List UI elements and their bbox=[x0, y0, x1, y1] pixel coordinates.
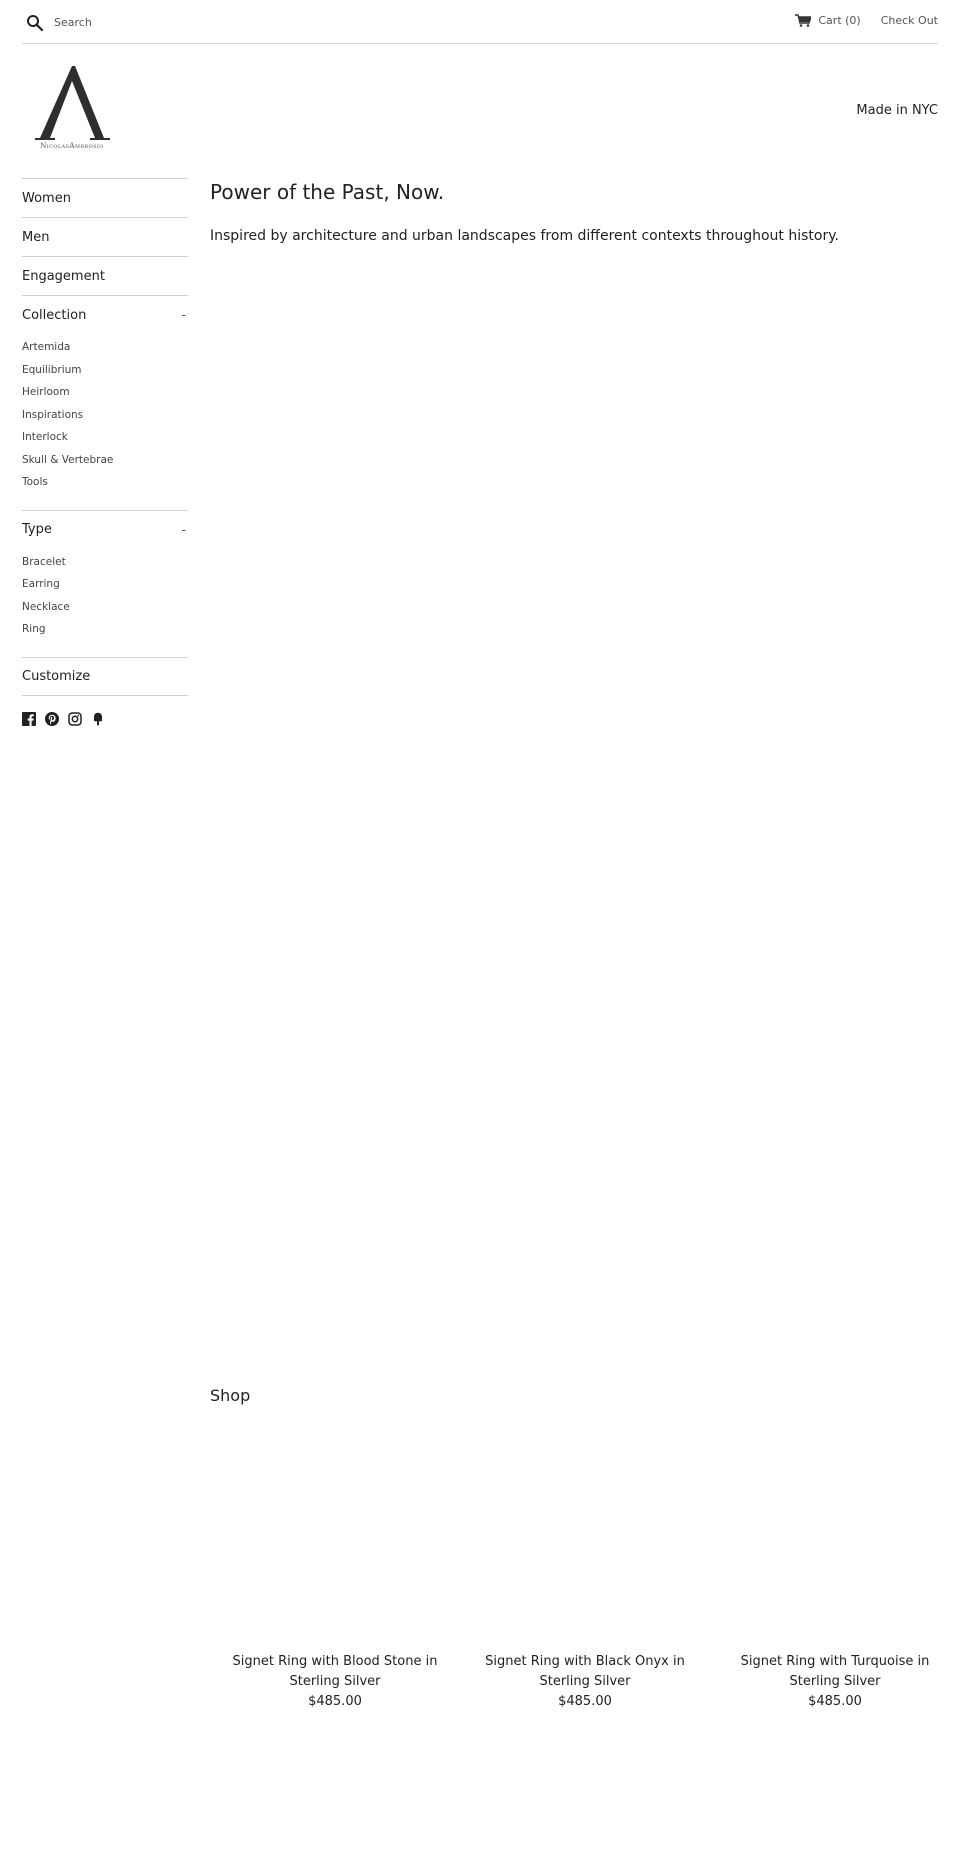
product-image[interactable] bbox=[460, 1420, 710, 1652]
logo-lambda-icon bbox=[35, 66, 110, 140]
pinterest-icon[interactable] bbox=[45, 711, 59, 726]
facebook-icon[interactable] bbox=[22, 711, 36, 726]
product-image[interactable] bbox=[710, 1420, 960, 1652]
nav-label: Type bbox=[22, 522, 52, 537]
nav-label: Collection bbox=[22, 307, 87, 323]
product-card[interactable]: Signet Ring with Black Onyx in Sterling … bbox=[460, 1420, 710, 1712]
product-card[interactable]: Signet Ring with Turquoise in Sterling S… bbox=[710, 1420, 960, 1712]
product-price: $485.00 bbox=[558, 1694, 612, 1709]
nav-label: Women bbox=[22, 190, 71, 206]
subnav-item-inspirations[interactable]: Inspirations bbox=[22, 404, 188, 427]
checkout-link[interactable]: Check Out bbox=[881, 14, 938, 27]
subnav-item-equilibrium[interactable]: Equilibrium bbox=[22, 359, 188, 382]
collection-subnav: Artemida Equilibrium Heirloom Inspiratio… bbox=[22, 334, 188, 510]
subnav-item-earring[interactable]: Earring bbox=[22, 573, 188, 596]
collapse-toggle[interactable]: - bbox=[182, 523, 188, 537]
product-grid: Signet Ring with Blood Stone in Sterling… bbox=[210, 1420, 960, 1712]
cart-label: Cart (0) bbox=[818, 14, 861, 27]
page-title: Power of the Past, Now. bbox=[210, 180, 445, 204]
type-subnav: Bracelet Earring Necklace Ring bbox=[22, 549, 188, 657]
subnav-item-bracelet[interactable]: Bracelet bbox=[22, 551, 188, 574]
subnav-item-interlock[interactable]: Interlock bbox=[22, 426, 188, 449]
shop-section-title: Shop bbox=[210, 1386, 251, 1405]
subnav-item-tools[interactable]: Tools bbox=[22, 471, 188, 494]
subnav-item-skull-vertebrae[interactable]: Skull & Vertebrae bbox=[22, 449, 188, 472]
main-content: Power of the Past, Now. Inspired by arch… bbox=[210, 178, 938, 246]
nav-label: Customize bbox=[22, 668, 91, 684]
subnav-item-heirloom[interactable]: Heirloom bbox=[22, 381, 188, 404]
product-name: Signet Ring with Black Onyx in Sterling … bbox=[485, 1654, 685, 1689]
fancy-icon[interactable] bbox=[91, 712, 105, 726]
product-name: Signet Ring with Blood Stone in Sterling… bbox=[232, 1654, 438, 1689]
tagline: Made in NYC bbox=[856, 103, 938, 118]
search-input[interactable] bbox=[54, 10, 354, 34]
logo-text: NicolasAmbrosio bbox=[40, 142, 104, 150]
brand-logo[interactable]: NicolasAmbrosio bbox=[28, 64, 116, 160]
subnav-item-ring[interactable]: Ring bbox=[22, 618, 188, 641]
sidebar-item-collection[interactable]: Collection - bbox=[22, 295, 188, 334]
product-card[interactable]: Signet Ring with Blood Stone in Sterling… bbox=[210, 1420, 460, 1712]
social-links bbox=[22, 711, 188, 726]
collapse-toggle[interactable]: - bbox=[182, 308, 188, 322]
nav-label: Engagement bbox=[22, 268, 105, 284]
search-icon bbox=[27, 15, 44, 32]
product-price: $485.00 bbox=[308, 1694, 362, 1709]
search-button[interactable] bbox=[26, 14, 44, 32]
sidebar-item-women[interactable]: Women bbox=[22, 178, 188, 217]
product-price: $485.00 bbox=[808, 1694, 862, 1709]
sidebar-nav: Women Men Engagement Collection - Artemi… bbox=[22, 178, 188, 726]
subnav-item-necklace[interactable]: Necklace bbox=[22, 596, 188, 619]
sidebar-item-men[interactable]: Men bbox=[22, 217, 188, 256]
header-actions: Cart (0) Check Out bbox=[795, 14, 938, 27]
cart-link[interactable]: Cart (0) bbox=[795, 14, 861, 27]
sidebar-item-engagement[interactable]: Engagement bbox=[22, 256, 188, 295]
subnav-item-artemida[interactable]: Artemida bbox=[22, 336, 188, 359]
sidebar-item-type[interactable]: Type - bbox=[22, 509, 188, 549]
product-image[interactable] bbox=[210, 1420, 460, 1652]
site-header: Cart (0) Check Out bbox=[22, 0, 938, 44]
sidebar-item-customize[interactable]: Customize bbox=[22, 656, 188, 696]
cart-icon bbox=[795, 14, 812, 27]
nav-label: Men bbox=[22, 229, 50, 245]
product-name: Signet Ring with Turquoise in Sterling S… bbox=[740, 1654, 930, 1689]
instagram-icon[interactable] bbox=[68, 711, 82, 726]
page-description: Inspired by architecture and urban lands… bbox=[210, 228, 839, 244]
